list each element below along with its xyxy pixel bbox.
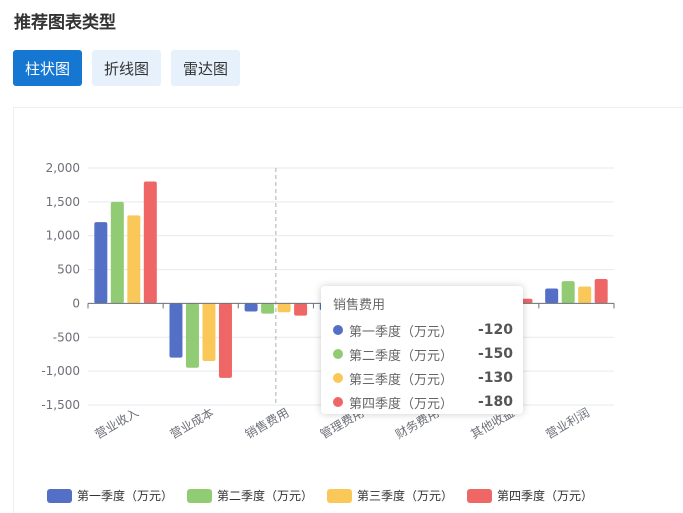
bar[interactable] (143, 181, 157, 304)
legend-swatch (467, 488, 493, 503)
y-tick-label: 500 (57, 263, 80, 277)
bar[interactable] (545, 288, 559, 304)
bar[interactable] (110, 201, 124, 304)
bar[interactable] (594, 279, 608, 304)
series-dot-icon (333, 325, 343, 335)
legend-swatch (327, 488, 353, 503)
x-tick-label: 营业成本 (168, 405, 217, 441)
tooltip-series-value: -120 (477, 322, 513, 338)
tooltip-row: 第三季度（万元） -130 (333, 366, 513, 390)
x-tick-label: 营业利润 (543, 405, 592, 441)
bar[interactable] (261, 303, 275, 314)
legend-item[interactable]: 第四季度（万元） (467, 487, 593, 504)
tooltip-series-name: 第四季度（万元） (349, 396, 454, 412)
tooltip-series-name: 第二季度（万元） (349, 348, 454, 364)
y-tick-label: -1,000 (41, 364, 80, 378)
chart-tooltip: 销售费用 第一季度（万元） -120 第二季度（万元） -150 第三季度（万元… (321, 286, 523, 414)
chart-legend: 第一季度（万元） 第二季度（万元） 第三季度（万元） 第四季度（万元） (47, 487, 593, 504)
legend-swatch (187, 488, 213, 503)
x-tick-label: 销售费用 (242, 405, 291, 442)
tooltip-series-name: 第一季度（万元） (349, 324, 454, 340)
legend-label: 第四季度（万元） (497, 489, 594, 503)
bar[interactable] (185, 303, 199, 368)
bar-chart[interactable]: 2,0001,5001,0005000-500-1,000-1,500营业收入营… (0, 0, 683, 513)
legend-label: 第二季度（万元） (217, 489, 314, 503)
series-dot-icon (333, 349, 343, 359)
bar[interactable] (561, 281, 575, 304)
bar[interactable] (244, 303, 258, 312)
legend-label: 第三季度（万元） (357, 489, 454, 503)
tooltip-series-name: 第三季度（万元） (349, 372, 454, 388)
bar[interactable] (127, 215, 141, 304)
y-tick-label: -500 (53, 330, 80, 344)
tooltip-row: 第一季度（万元） -120 (333, 318, 513, 342)
bar[interactable] (94, 222, 108, 304)
tooltip-row: 第四季度（万元） -180 (333, 390, 513, 414)
bar[interactable] (169, 303, 183, 358)
legend-label: 第一季度（万元） (77, 489, 174, 503)
legend-item[interactable]: 第三季度（万元） (327, 487, 453, 504)
y-tick-label: 2,000 (46, 161, 80, 175)
legend-swatch (47, 488, 72, 503)
tooltip-series-value: -150 (477, 346, 513, 362)
bar[interactable] (202, 303, 216, 361)
tooltip-series-value: -180 (477, 394, 513, 410)
tooltip-row: 第二季度（万元） -150 (333, 342, 513, 366)
bar[interactable] (578, 286, 592, 304)
tooltip-series-value: -130 (477, 370, 513, 386)
y-tick-label: 1,500 (46, 195, 80, 209)
series-dot-icon (333, 373, 343, 383)
y-tick-label: 0 (72, 296, 80, 310)
legend-item[interactable]: 第一季度（万元） (47, 487, 173, 504)
legend-item[interactable]: 第二季度（万元） (187, 487, 313, 504)
y-tick-label: 1,000 (46, 229, 80, 243)
bar[interactable] (218, 303, 232, 378)
x-tick-label: 营业收入 (92, 405, 141, 441)
bar[interactable] (277, 303, 291, 313)
bar[interactable] (294, 303, 308, 316)
tooltip-title: 销售费用 (333, 298, 386, 313)
y-tick-label: -1,500 (41, 398, 80, 412)
series-dot-icon (333, 397, 343, 407)
